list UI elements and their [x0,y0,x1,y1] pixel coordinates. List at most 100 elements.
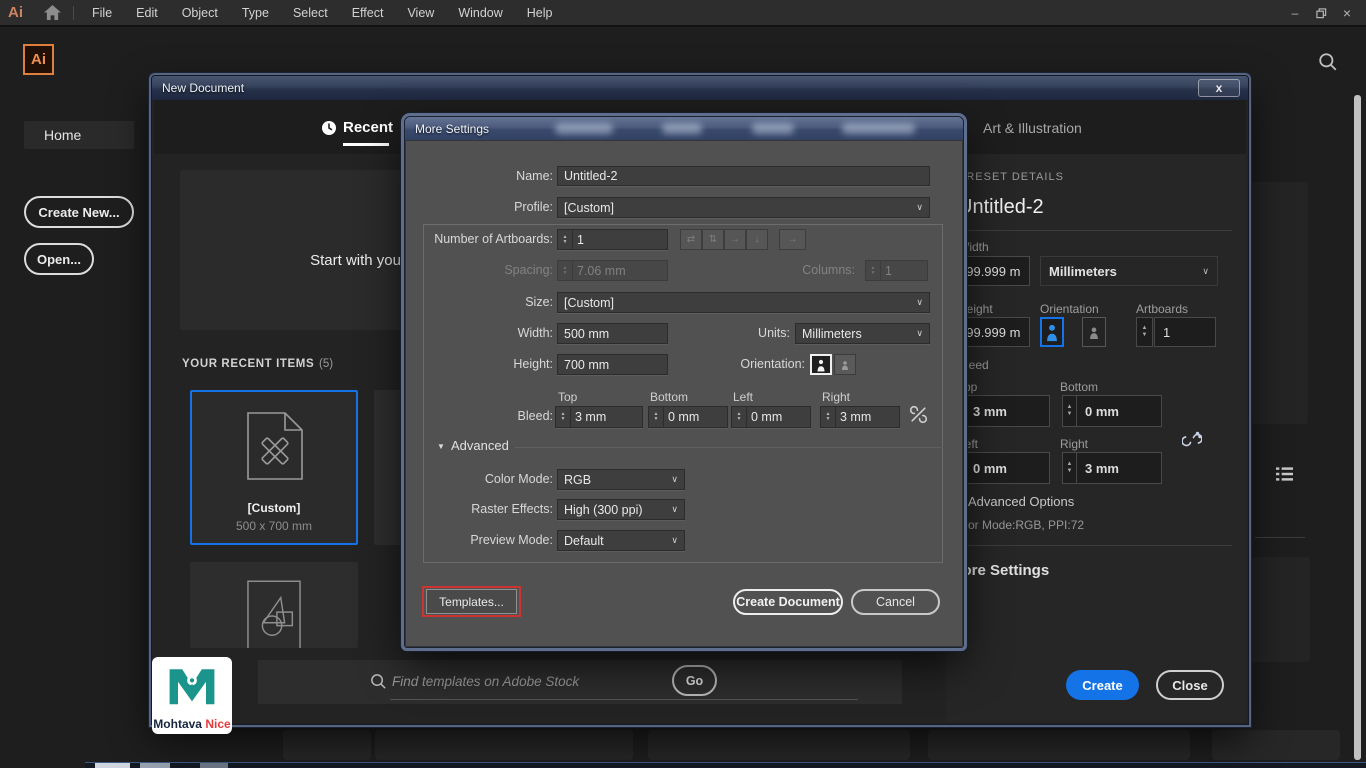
create-new-button[interactable]: Create New... [24,196,134,228]
list-view-icon[interactable] [1276,467,1293,486]
color-mode-value: RGB [564,473,591,487]
preset-name[interactable]: Untitled-2 [958,196,1044,219]
columns-input: ▲▼ 1 [865,260,928,281]
preview-mode-dropdown[interactable]: Default ∨ [557,530,685,551]
recent-item-card[interactable] [190,562,358,648]
blurred-tab-blob [662,123,702,134]
artboards-label: Artboards [1136,302,1188,316]
artboards-count-value: 1 [577,233,584,247]
bleed-top-field[interactable]: 3 mm [964,395,1050,427]
tab-recent[interactable]: Recent [343,119,393,136]
open-button[interactable]: Open... [24,243,94,275]
scrollbar[interactable] [1354,95,1361,760]
advanced-options-toggle[interactable]: Advanced Options [968,494,1074,509]
dialog-close-button[interactable]: x [1198,79,1240,97]
unlink-bleed-icon[interactable] [909,405,928,429]
bleed-right-input[interactable]: ▲▼ 3 mm [820,406,900,428]
menu-window[interactable]: Window [446,0,514,27]
templates-button[interactable]: Templates... [426,589,517,614]
orientation-landscape-button[interactable] [1082,317,1106,347]
bleed-right-label: Right [822,390,850,404]
divider [958,230,1232,231]
menu-object[interactable]: Object [170,0,230,27]
artboards-stepper[interactable]: ▲▼ [558,230,573,249]
bleed-bottom-field[interactable]: 0 mm [1076,395,1162,427]
spacing-value: 7.06 mm [577,264,626,278]
bleed-bottom-input[interactable]: ▲▼ 0 mm [648,406,728,428]
new-document-titlebar[interactable]: New Document x [152,76,1248,100]
menu-effect[interactable]: Effect [340,0,396,27]
menu-file[interactable]: File [80,0,124,27]
home-icon[interactable] [44,5,61,25]
cancel-button[interactable]: Cancel [851,589,940,615]
bleed-right-stepper[interactable]: ▲▼ [1062,452,1076,484]
menu-view[interactable]: View [395,0,446,27]
orientation-portrait-button[interactable] [1040,317,1064,347]
bleed-left-input[interactable]: ▲▼ 0 mm [731,406,811,428]
bleed-left-value: 0 mm [973,461,1007,476]
divider [1255,537,1305,538]
units-dropdown[interactable]: Millimeters ∨ [1040,256,1218,286]
more-settings-titlebar[interactable]: More Settings [405,117,963,140]
artboards-stepper[interactable]: ▲ ▼ [1136,317,1153,347]
stock-search-input[interactable]: Find templates on Adobe Stock [392,674,579,689]
name-label: Name: [405,166,553,187]
arrange-by-row-button[interactable]: → [724,229,746,250]
menu-select[interactable]: Select [281,0,340,27]
color-mode-dropdown[interactable]: RGB ∨ [557,469,685,490]
bleed-right-field[interactable]: 3 mm [1076,452,1162,484]
artboards-field[interactable]: 1 [1154,317,1216,347]
recent-item-size: 500 x 700 mm [192,519,356,533]
height-input[interactable]: 700 mm [557,354,668,375]
bleed-left-field[interactable]: 0 mm [964,452,1050,484]
size-dropdown[interactable]: [Custom] ∨ [557,292,930,313]
grid-by-row-button[interactable]: ⇄ [680,229,702,250]
menu-help[interactable]: Help [515,0,565,27]
preset-details-panel: PRESET DETAILS Untitled-2 Width 499.999 … [946,154,1246,722]
menu-type[interactable]: Type [230,0,281,27]
more-settings-dialog: More Settings Name: Untitled-2 Profile: … [405,117,963,647]
go-button[interactable]: Go [672,665,717,696]
grid-by-column-button[interactable]: ⇅ [702,229,724,250]
name-input[interactable]: Untitled-2 [557,166,930,186]
sidebar-item-home[interactable]: Home [24,121,134,149]
recent-item-card-selected[interactable]: [Custom] 500 x 700 mm [190,390,358,545]
background-card [375,730,633,760]
size-value: [Custom] [564,296,614,310]
units-label: Units: [642,323,790,344]
stepper-up-icon[interactable]: ▲ [1142,325,1148,332]
artboards-count-input[interactable]: ▲▼ 1 [557,229,668,250]
restore-button[interactable] [1308,4,1334,22]
bleed-bottom-value: 0 mm [1085,404,1119,419]
stepper-down-icon[interactable]: ▼ [1142,332,1148,339]
create-document-button[interactable]: Create Document [733,589,843,615]
profile-dropdown[interactable]: [Custom] ∨ [557,197,930,218]
broken-link-icon[interactable] [1182,430,1202,455]
raster-effects-dropdown[interactable]: High (300 ppi) ∨ [557,499,685,520]
more-settings-link[interactable]: More Settings [950,562,1049,579]
orientation-landscape-button[interactable] [834,354,856,375]
bleed-top-input[interactable]: ▲▼ 3 mm [555,406,643,428]
advanced-triangle-icon[interactable]: ▼ [437,442,445,451]
search-underline [390,699,858,700]
advanced-section-toggle[interactable]: Advanced [451,438,509,453]
bleed-bottom-stepper[interactable]: ▲▼ [1062,395,1076,427]
stock-search-bar: Find templates on Adobe Stock Go [258,660,902,704]
recent-items-header: YOUR RECENT ITEMS [182,358,314,370]
height-value: 699.999 m [959,325,1020,340]
change-order-button[interactable]: → [779,229,806,250]
chevron-down-icon: ∨ [916,202,923,213]
arrange-by-column-button[interactable]: ↓ [746,229,768,250]
app-search-icon[interactable] [1318,52,1338,77]
minimize-button[interactable]: – [1282,4,1308,22]
tab-art-illustration[interactable]: Art & Illustration [983,120,1082,136]
orientation-portrait-button[interactable] [810,354,832,375]
units-dropdown[interactable]: Millimeters ∨ [795,323,930,344]
create-button[interactable]: Create [1066,670,1139,700]
close-document-button[interactable]: Close [1156,670,1224,700]
raster-effects-label: Raster Effects: [405,499,553,520]
close-button[interactable]: × [1334,4,1360,22]
menu-edit[interactable]: Edit [124,0,170,27]
watermark-logo: Mohtava Nice [152,657,232,734]
size-label: Size: [405,292,553,313]
